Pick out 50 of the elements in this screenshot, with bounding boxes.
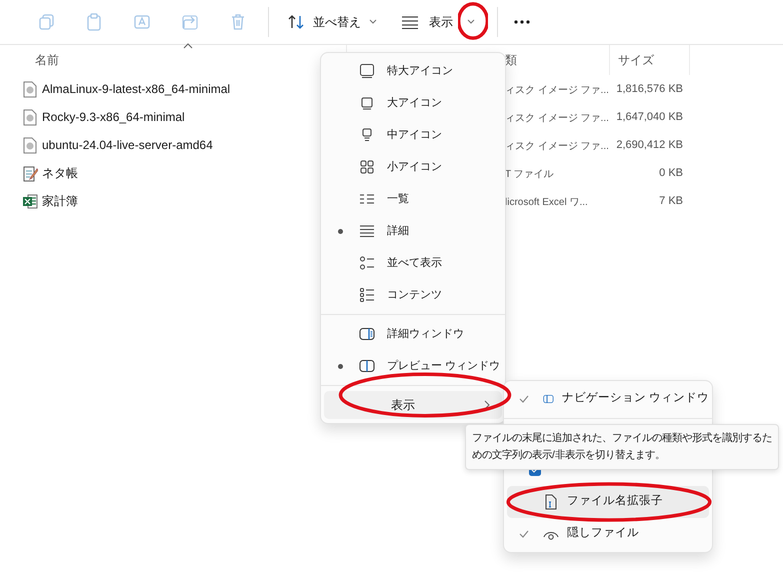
menu-item[interactable]: プレビュー ウィンドウ <box>321 350 505 382</box>
file-type: ィスク イメージ ファ... <box>505 85 609 96</box>
chevron-right-icon <box>484 400 490 410</box>
file-type: ィスク イメージ ファ... <box>505 113 609 124</box>
file-type: ィスク イメージ ファ... <box>505 141 609 152</box>
disc-file-icon <box>22 80 38 98</box>
share-icon <box>181 13 199 31</box>
trash-icon <box>229 13 247 31</box>
content-list-icon <box>359 287 375 303</box>
disc-file-icon <box>22 108 38 126</box>
tiles-icon <box>359 255 375 271</box>
monitor-icon <box>359 63 375 79</box>
menu-item[interactable]: コンテンツ <box>321 279 505 311</box>
menu-item[interactable]: 一覧 <box>321 183 505 215</box>
grid-icon <box>359 159 375 175</box>
copy-icon <box>37 13 55 31</box>
disc-file-icon <box>22 136 38 154</box>
chevron-down-icon <box>467 19 475 25</box>
notepad-icon <box>22 164 38 182</box>
lines-icon <box>401 15 419 29</box>
preview-pane-icon <box>359 358 375 374</box>
file-size: 0 KB <box>659 166 683 181</box>
monitor-icon <box>359 95 375 111</box>
more-icon <box>514 20 530 24</box>
file-type: licrosoft Excel ワ... <box>505 197 588 208</box>
clipboard-icon <box>85 13 103 31</box>
menu-item[interactable]: 小アイコン <box>321 151 505 183</box>
menu-item[interactable]: 並べて表示 <box>321 247 505 279</box>
spreadsheet-icon <box>22 192 38 210</box>
lines-icon <box>359 223 375 239</box>
chevron-down-icon <box>369 19 377 25</box>
view-button[interactable]: 表示 <box>393 4 483 40</box>
menu-item[interactable]: 詳細ウィンドウ <box>321 318 505 350</box>
column-header[interactable]: サイズ <box>610 45 690 75</box>
menu-item[interactable]: 隠しファイル <box>507 518 709 550</box>
file-type: T ファイル <box>505 169 554 180</box>
menu-item[interactable]: 大アイコン <box>321 87 505 119</box>
file-size: 2,690,412 KB <box>616 138 683 153</box>
file-size: 1,647,040 KB <box>616 110 683 125</box>
menu-item[interactable]: 詳細 <box>321 215 505 247</box>
sort-button[interactable]: 並べ替え <box>279 4 385 40</box>
menu-item[interactable]: ナビゲーション ウィンドウ <box>507 383 709 415</box>
document-icon <box>543 494 559 510</box>
menu-item[interactable]: 中アイコン <box>321 119 505 151</box>
file-size: 7 KB <box>659 194 683 209</box>
tooltip: ファイルの末尾に追加された、ファイルの種類や形式を識別するための文字列の表示/非表示を切り替えます。 <box>465 424 779 470</box>
rename-icon <box>133 13 151 31</box>
details-pane-icon <box>359 326 375 342</box>
sort-arrows-icon <box>287 13 305 31</box>
file-size: 1,816,576 KB <box>616 82 683 97</box>
